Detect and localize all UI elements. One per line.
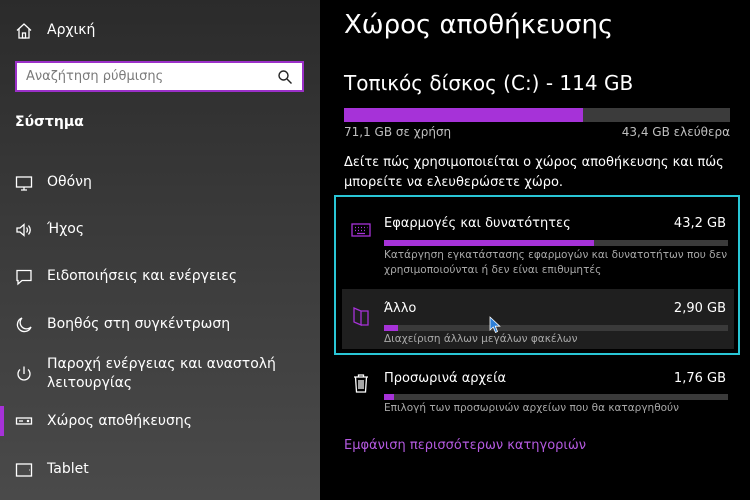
monitor-icon xyxy=(14,173,34,193)
power-icon xyxy=(14,364,34,384)
category-name: Προσωρινά αρχεία xyxy=(384,371,507,386)
category-size: 2,90 GB xyxy=(673,301,726,316)
moon-icon xyxy=(14,315,34,335)
drive-usage-fill xyxy=(344,108,584,122)
category-usage-fill xyxy=(384,240,594,246)
sidebar-item-home[interactable]: Αρχική xyxy=(0,18,320,44)
category-usage-fill xyxy=(384,325,398,331)
search-icon[interactable] xyxy=(277,69,293,85)
folder-icon xyxy=(350,305,372,327)
settings-sidebar: Αρχική Σύστημα Οθόνη Ήχος Ειδοποιήσεις κ… xyxy=(0,0,320,500)
category-name: Εφαρμογές και δυνατότητες xyxy=(384,216,571,231)
sidebar-item-label: Ειδοποιήσεις και ενέργειες xyxy=(47,268,238,284)
speaker-icon xyxy=(14,220,34,240)
sidebar-item-focus-assist[interactable]: Βοηθός στη συγκέντρωση xyxy=(0,312,320,338)
sidebar-item-label: Βοηθός στη συγκέντρωση xyxy=(47,316,231,332)
storage-page: Χώρος αποθήκευσης Τοπικός δίσκος (C:) - … xyxy=(320,0,750,500)
sidebar-item-label: Χώρος αποθήκευσης xyxy=(47,413,192,429)
sidebar-item-label: Ήχος xyxy=(47,221,85,237)
sidebar-item-storage[interactable]: Χώρος αποθήκευσης xyxy=(0,406,320,436)
sidebar-item-sound[interactable]: Ήχος xyxy=(0,217,320,243)
category-temporary-files[interactable]: Προσωρινά αρχεία 1,76 GB Επιλογή των προ… xyxy=(342,362,734,418)
category-usage-bar xyxy=(384,325,728,331)
sidebar-item-label: Tablet xyxy=(47,461,89,477)
sidebar-item-label: Αρχική xyxy=(47,22,96,38)
mouse-cursor-icon xyxy=(489,316,501,334)
category-size: 1,76 GB xyxy=(673,371,726,386)
category-other[interactable]: Άλλο 2,90 GB Διαχείριση άλλων μεγάλων φα… xyxy=(342,289,734,349)
category-usage-bar xyxy=(384,240,728,246)
search-input[interactable] xyxy=(17,63,267,90)
tablet-icon xyxy=(14,460,34,480)
apps-keyboard-icon xyxy=(350,219,372,241)
storage-icon xyxy=(14,411,34,431)
category-apps-features[interactable]: Εφαρμογές και δυνατότητες 43,2 GB Κατάργ… xyxy=(342,205,734,281)
category-usage-bar xyxy=(384,394,728,400)
sidebar-item-power-sleep[interactable]: Παροχή ενέργειας και αναστολή λειτουργία… xyxy=(0,354,320,396)
sidebar-item-display[interactable]: Οθόνη xyxy=(0,170,320,196)
section-title: Σύστημα xyxy=(15,114,84,130)
sidebar-item-label: Παροχή ενέργειας και αναστολή λειτουργία… xyxy=(47,356,276,391)
drive-title: Τοπικός δίσκος (C:) - 114 GB xyxy=(344,71,634,95)
drive-free-label: 43,4 GB ελεύθερα xyxy=(621,125,730,139)
category-description: Επιλογή των προσωρινών αρχείων που θα κα… xyxy=(384,402,679,414)
sidebar-item-tablet[interactable]: Tablet xyxy=(0,457,320,483)
home-icon xyxy=(14,21,34,41)
notification-icon xyxy=(14,267,34,287)
category-usage-fill xyxy=(384,394,395,400)
trash-icon xyxy=(350,372,372,394)
search-box xyxy=(15,61,304,92)
category-description: Κατάργηση εγκατάστασης εφαρμογών και δυν… xyxy=(384,249,728,276)
category-size: 43,2 GB xyxy=(673,216,726,231)
storage-description: Δείτε πώς χρησιμοποιείται ο χώρος αποθήκ… xyxy=(344,155,724,190)
selection-indicator xyxy=(0,406,4,436)
page-title: Χώρος αποθήκευσης xyxy=(344,10,614,40)
sidebar-item-notifications[interactable]: Ειδοποιήσεις και ενέργειες xyxy=(0,264,320,290)
show-more-categories-link[interactable]: Εμφάνιση περισσότερων κατηγοριών xyxy=(344,438,586,453)
drive-used-label: 71,1 GB σε χρήση xyxy=(344,125,452,139)
sidebar-item-label: Οθόνη xyxy=(47,174,92,190)
drive-usage-bar xyxy=(344,108,730,122)
category-name: Άλλο xyxy=(384,301,417,316)
category-description: Διαχείριση άλλων μεγάλων φακέλων xyxy=(384,333,578,345)
